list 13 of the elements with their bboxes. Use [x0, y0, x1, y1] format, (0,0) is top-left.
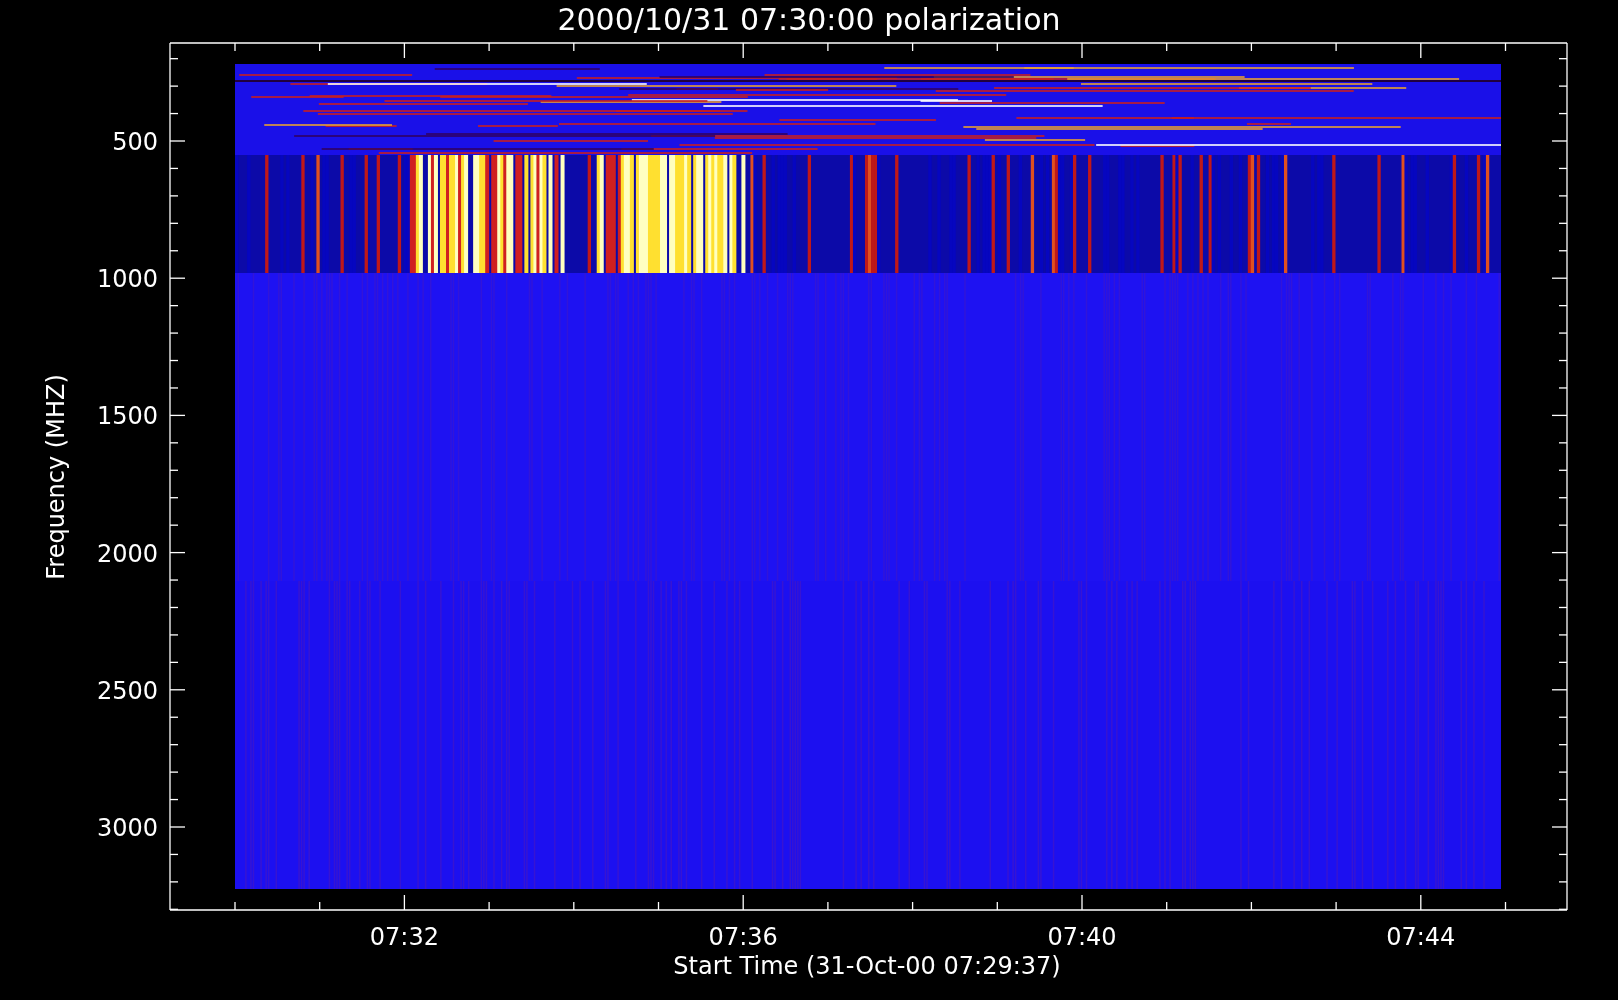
chart-title: 2000/10/31 07:30:00 polarization	[557, 2, 1061, 37]
x-axis-label: Start Time (31-Oct-00 07:29:37)	[673, 952, 1061, 980]
x-tick-label: 07:44	[1386, 923, 1456, 951]
y-tick-label: 3000	[96, 814, 158, 842]
x-tick-label: 07:40	[1047, 923, 1117, 951]
x-tick-label: 07:32	[369, 923, 439, 951]
y-tick-label: 2500	[96, 676, 158, 705]
y-tick-label: 500	[112, 128, 158, 156]
y-tick-label: 1000	[96, 265, 158, 294]
y-axis-label: Frequency (MHZ)	[42, 374, 70, 580]
y-tick-label: 1500	[96, 402, 158, 431]
x-tick-label: 07:36	[708, 923, 778, 951]
y-tick-label: 2000	[96, 539, 158, 568]
